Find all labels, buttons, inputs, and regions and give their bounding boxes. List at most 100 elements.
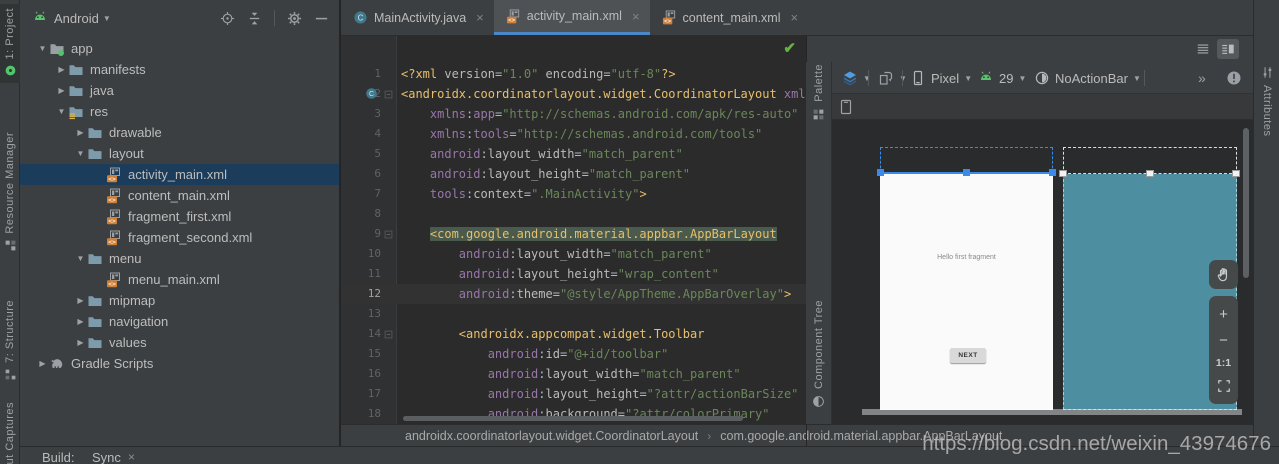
tree-chevron-icon[interactable]: ▼: [55, 107, 68, 116]
tree-item-content-main-xml[interactable]: <> content_main.xml: [20, 185, 339, 206]
tool-stripe-tab-7-structure[interactable]: 7: Structure: [0, 296, 20, 387]
code-line-11[interactable]: 11 android:layout_height="wrap_content": [341, 264, 806, 284]
tree-item-navigation[interactable]: ▶ navigation: [20, 311, 339, 332]
design-side-tab-palette[interactable]: Palette: [806, 64, 831, 121]
tree-chevron-icon[interactable]: ▶: [55, 65, 68, 74]
tree-chevron-icon[interactable]: ▶: [74, 338, 87, 347]
api-level-selector[interactable]: 29 ▼: [978, 62, 1026, 94]
canvas-vertical-scrollbar[interactable]: [1243, 128, 1249, 278]
tree-item-fragment-first-xml[interactable]: <> fragment_first.xml: [20, 206, 339, 227]
zoom-in-button[interactable]: +: [1219, 307, 1228, 322]
tree-chevron-icon[interactable]: ▼: [74, 254, 87, 263]
editor-horizontal-scrollbar[interactable]: [403, 416, 743, 421]
line-number: 13: [367, 307, 381, 320]
close-icon[interactable]: ×: [791, 10, 799, 25]
tree-item-menu[interactable]: ▼ menu: [20, 248, 339, 269]
code-line-12[interactable]: 12 android:theme="@style/AppTheme.AppBar…: [341, 284, 806, 304]
next-button-preview[interactable]: NEXT: [950, 348, 986, 363]
device-selector[interactable]: Pixel ▼: [910, 62, 972, 94]
tool-stripe-tab-1-project[interactable]: 1: Project: [0, 4, 20, 84]
toolbar-overflow-button[interactable]: »: [1198, 62, 1206, 94]
editor-tab-mainactivity-java[interactable]: C MainActivity.java ×: [341, 0, 494, 35]
tree-item-gradle-scripts[interactable]: ▶ Gradle Scripts: [20, 353, 339, 374]
code-line-2[interactable]: 2 C <androidx.coordinatorlayout.widget.Coo…: [341, 84, 806, 104]
selection-handle[interactable]: [1146, 170, 1154, 177]
code-editor[interactable]: 1 <?xml version="1.0" encoding="utf-8"?> 2…: [341, 36, 806, 424]
selection-handle[interactable]: [1049, 169, 1056, 176]
fold-marker-icon[interactable]: [383, 229, 394, 240]
tree-chevron-icon[interactable]: ▶: [36, 359, 49, 368]
code-line-13[interactable]: 13: [341, 304, 806, 324]
zoom-to-fit-button[interactable]: [1217, 379, 1231, 393]
tree-item-mipmap[interactable]: ▶ mipmap: [20, 290, 339, 311]
tree-chevron-icon[interactable]: ▶: [55, 86, 68, 95]
tree-item-drawable[interactable]: ▶ drawable: [20, 122, 339, 143]
zoom-out-button[interactable]: −: [1219, 333, 1228, 348]
build-sync-tab[interactable]: Sync: [92, 450, 121, 464]
code-line-3[interactable]: 3 xmlns:app="http://schemas.android.com/…: [341, 104, 806, 124]
tree-chevron-icon[interactable]: ▶: [74, 128, 87, 137]
selection-handle[interactable]: [1059, 170, 1067, 177]
tree-chevron-icon[interactable]: ▼: [74, 149, 87, 158]
layout-file-icon: <>: [106, 272, 122, 288]
code-line-10[interactable]: 10 android:layout_width="match_parent": [341, 244, 806, 264]
editor-tab-activity-main-xml[interactable]: <> activity_main.xml ×: [493, 0, 650, 35]
project-view-selector[interactable]: Android: [54, 11, 99, 26]
close-icon[interactable]: ×: [632, 9, 640, 24]
code-line-14[interactable]: 14 <androidx.appcompat.widget.Toolbar: [341, 324, 806, 344]
tree-item-java[interactable]: ▶ java: [20, 80, 339, 101]
tree-item-manifests[interactable]: ▶ manifests: [20, 59, 339, 80]
tool-stripe-tab-layout-captures[interactable]: Layout Captures: [0, 398, 20, 464]
selection-handle[interactable]: [963, 169, 970, 176]
fold-marker-icon[interactable]: [383, 329, 394, 340]
code-line-1[interactable]: 1 <?xml version="1.0" encoding="utf-8"?>: [341, 64, 806, 84]
tree-chevron-icon[interactable]: ▶: [74, 296, 87, 305]
breadcrumb-item[interactable]: androidx.coordinatorlayout.widget.Coordi…: [405, 429, 698, 443]
code-line-6[interactable]: 6 android:layout_height="match_parent": [341, 164, 806, 184]
close-icon[interactable]: ×: [476, 10, 484, 25]
tree-item-activity-main-xml[interactable]: <> activity_main.xml: [20, 164, 339, 185]
project-tree: ▼ app ▶ manifests ▶ java ▼ res ▶ drawable ▼ layout <…: [20, 38, 339, 374]
code-line-5[interactable]: 5 android:layout_width="match_parent": [341, 144, 806, 164]
line-number: 17: [367, 387, 381, 400]
tree-item-app[interactable]: ▼ app: [20, 38, 339, 59]
selection-handle[interactable]: [877, 169, 884, 176]
design-surface-selector[interactable]: ▼: [842, 62, 871, 94]
view-code-button[interactable]: [1192, 39, 1214, 59]
code-line-8[interactable]: 8: [341, 204, 806, 224]
code-line-7[interactable]: 7 tools:context=".MainActivity">: [341, 184, 806, 204]
close-icon[interactable]: ×: [128, 450, 135, 464]
tree-item-fragment-second-xml[interactable]: <> fragment_second.xml: [20, 227, 339, 248]
design-device-screen[interactable]: [880, 174, 1053, 410]
pan-tool-button[interactable]: [1209, 260, 1238, 289]
tree-item-label: values: [109, 335, 147, 350]
code-line-15[interactable]: 15 android:id="@+id/toolbar": [341, 344, 806, 364]
tree-item-values[interactable]: ▶ values: [20, 332, 339, 353]
code-line-17[interactable]: 17 android:layout_height="?attr/actionBa…: [341, 384, 806, 404]
target-icon[interactable]: [220, 11, 235, 26]
collapse-icon[interactable]: [247, 11, 262, 26]
fold-marker-icon[interactable]: [383, 89, 394, 100]
code-line-18[interactable]: 18 android:background="?attr/colorPrimar…: [341, 404, 806, 424]
theme-selector[interactable]: NoActionBar ▼: [1034, 62, 1141, 94]
issue-panel-button[interactable]: [1226, 62, 1242, 94]
view-split-button[interactable]: [1217, 39, 1239, 59]
minimize-icon[interactable]: [314, 11, 329, 26]
canvas-horizontal-scrollbar[interactable]: [862, 409, 1242, 415]
design-canvas[interactable]: Hello first fragment NEXT + − 1:1: [832, 120, 1253, 424]
gear-icon[interactable]: [287, 11, 302, 26]
tree-chevron-icon[interactable]: ▼: [36, 44, 49, 53]
tool-stripe-tab-resource-manager[interactable]: Resource Manager: [0, 128, 20, 258]
attributes-tool-tab[interactable]: Attributes: [1254, 66, 1279, 136]
code-line-16[interactable]: 16 android:layout_width="match_parent": [341, 364, 806, 384]
tree-item-layout[interactable]: ▼ layout: [20, 143, 339, 164]
device-frame-icon[interactable]: [838, 99, 854, 115]
code-line-9[interactable]: 9 <com.google.android.material.appbar.Ap…: [341, 224, 806, 244]
tree-item-menu-main-xml[interactable]: <> menu_main.xml: [20, 269, 339, 290]
tree-item-res[interactable]: ▼ res: [20, 101, 339, 122]
selection-handle[interactable]: [1232, 170, 1240, 177]
tree-chevron-icon[interactable]: ▶: [74, 317, 87, 326]
design-side-tab-component-tree[interactable]: Component Tree: [806, 300, 831, 408]
zoom-ratio-button[interactable]: 1:1: [1216, 358, 1231, 369]
code-line-4[interactable]: 4 xmlns:tools="http://schemas.android.co…: [341, 124, 806, 144]
